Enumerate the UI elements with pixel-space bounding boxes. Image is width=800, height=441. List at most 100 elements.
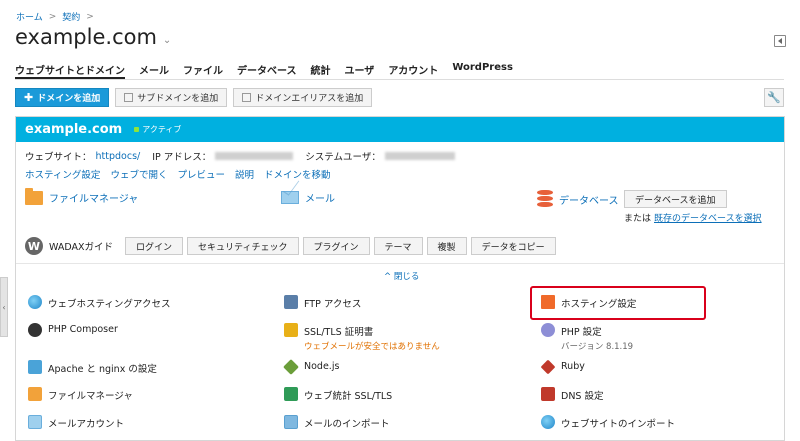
dns-settings-item[interactable]: DNS 設定 [541, 387, 603, 402]
wp-security-check-button[interactable]: セキュリティチェック [187, 237, 299, 255]
plus-icon [124, 93, 134, 102]
ip-label: IP アドレス： [152, 152, 212, 163]
breadcrumb-separator: > [48, 11, 57, 22]
web-hosting-access-item[interactable]: ウェブホスティングアクセス [28, 295, 170, 310]
wordpress-actions: ログイン セキュリティチェック プラグイン テーマ 複製 データをコピー [125, 237, 556, 255]
page-title[interactable]: example.com ⌄ [15, 25, 171, 49]
add-subdomain-button[interactable]: サブドメインを追加 [115, 88, 228, 107]
description-link[interactable]: 説明 [235, 167, 254, 181]
mail-import-item[interactable]: メールのインポート [284, 415, 390, 430]
php-version-text: バージョン 8.1.19 [561, 342, 634, 352]
chevron-down-icon[interactable]: ⌄ [163, 35, 171, 46]
folder-icon [25, 187, 43, 205]
add-domain-alias-button[interactable]: ドメインエイリアスを追加 [233, 88, 373, 107]
domain-header: example.com アクティブ [16, 117, 784, 142]
ruby-label: Ruby [561, 361, 585, 372]
mail-icon [28, 415, 42, 429]
select-existing-db: または 既存のデータベースを選択 [624, 211, 762, 224]
website-path-link[interactable]: httpdocs/ [96, 151, 141, 162]
preview-link[interactable]: プレビュー [177, 167, 225, 181]
tab-files[interactable]: ファイル [183, 62, 223, 79]
web-hosting-access-icon [28, 295, 42, 309]
site-import-item[interactable]: ウェブサイトのインポート [541, 415, 675, 430]
breadcrumb-separator: > [86, 11, 94, 22]
collapse-panel-icon[interactable] [774, 35, 786, 47]
breadcrumb-contract[interactable]: 契約 [62, 10, 80, 23]
tab-websites-domains[interactable]: ウェブサイトとドメイン [15, 62, 125, 79]
wp-clone-button[interactable]: 複製 [426, 237, 467, 255]
lock-icon [284, 323, 298, 337]
file-manager-item[interactable]: ファイルマネージャ [28, 387, 133, 402]
tab-databases[interactable]: データベース [237, 62, 297, 79]
php-settings-label: PHP 設定 [561, 327, 602, 338]
mail-icon [281, 191, 299, 204]
nodejs-item[interactable]: Node.js [283, 359, 340, 375]
status-badge: アクティブ [134, 124, 181, 135]
tab-mail[interactable]: メール [139, 62, 169, 79]
tab-statistics[interactable]: 統計 [311, 62, 331, 79]
wadax-guide-label[interactable]: WADAXガイド [49, 239, 113, 253]
quick-file-manager[interactable]: ファイルマネージャ [25, 187, 138, 205]
wp-themes-button[interactable]: テーマ [373, 237, 423, 255]
close-tools-link[interactable]: ^ 閉じる [384, 270, 419, 282]
wp-plugins-button[interactable]: プラグイン [302, 237, 370, 255]
dns-icon [541, 387, 555, 401]
mail-accounts-label: メールアカウント [48, 419, 125, 430]
database-icon [537, 190, 553, 208]
apache-nginx-item[interactable]: Apache と nginx の設定 [28, 360, 157, 375]
ssl-tls-item[interactable]: SSL/TLS 証明書 ウェブメールが安全ではありません [284, 323, 440, 352]
site-import-label: ウェブサイトのインポート [561, 419, 676, 430]
wordpress-logo-icon: W [25, 237, 43, 255]
side-panel-toggle[interactable]: ‹ [0, 277, 8, 337]
breadcrumb-home[interactable]: ホーム [16, 10, 43, 23]
php-composer-item[interactable]: PHP Composer [28, 323, 118, 337]
domain-name[interactable]: example.com [25, 122, 122, 137]
quick-mail[interactable]: メール [281, 190, 335, 205]
open-in-web-link[interactable]: ウェブで開く [110, 167, 167, 181]
mail-import-label: メールのインポート [304, 419, 390, 430]
add-alias-label: ドメインエイリアスを追加 [255, 94, 364, 104]
or-label: または [624, 214, 652, 224]
domain-info-row: ウェブサイト： httpdocs/ IP アドレス： システムユーザ： [25, 149, 455, 163]
mail-import-icon [284, 415, 298, 429]
nodejs-label: Node.js [304, 361, 340, 372]
add-database-button[interactable]: データベースを追加 [624, 190, 727, 208]
divider [16, 263, 784, 264]
wp-login-button[interactable]: ログイン [125, 237, 184, 255]
quick-database[interactable]: データベース [537, 190, 619, 208]
apache-nginx-icon [28, 360, 42, 374]
folder-icon [28, 387, 42, 401]
status-dot-icon [134, 127, 140, 132]
web-stats-ssl-item[interactable]: ウェブ統計 SSL/TLS [284, 387, 392, 402]
page-title-text: example.com [15, 25, 157, 49]
wp-copy-data-button[interactable]: データをコピー [470, 237, 556, 255]
select-existing-db-link[interactable]: 既存のデータベースを選択 [654, 211, 762, 224]
highlight-annotation [530, 286, 706, 320]
domain-panel: example.com アクティブ ウェブサイト： httpdocs/ IP ア… [15, 116, 785, 441]
ftp-icon [284, 295, 298, 309]
ruby-item[interactable]: Ruby [540, 359, 585, 375]
add-domain-button[interactable]: ✚ ドメインを追加 [15, 88, 110, 107]
add-domain-label: ドメインを追加 [37, 94, 101, 104]
wrench-icon[interactable]: 🔧 [764, 88, 784, 107]
tab-users[interactable]: ユーザ [345, 62, 375, 79]
breadcrumb: ホーム > 契約 > [16, 10, 94, 24]
tab-account[interactable]: アカウント [388, 62, 438, 79]
statistics-icon [284, 387, 298, 401]
file-manager-label: ファイルマネージャ [48, 391, 133, 402]
apache-nginx-label: Apache と nginx の設定 [48, 364, 157, 375]
composer-icon [28, 323, 42, 337]
hosting-settings-link[interactable]: ホスティング設定 [25, 167, 100, 181]
wadax-guide: W WADAXガイド ログイン セキュリティチェック プラグイン テーマ 複製 … [25, 237, 556, 255]
toolbar: ✚ ドメインを追加 サブドメインを追加 ドメインエイリアスを追加 [15, 88, 373, 107]
ssl-tls-label: SSL/TLS 証明書 [304, 327, 374, 338]
status-text: アクティブ [142, 125, 182, 134]
domain-links: ホスティング設定 ウェブで開く プレビュー 説明 ドメインを移動 [25, 167, 331, 181]
ftp-access-label: FTP アクセス [304, 299, 362, 310]
tab-wordpress[interactable]: WordPress [452, 62, 513, 79]
mail-accounts-item[interactable]: メールアカウント [28, 415, 124, 430]
php-settings-item[interactable]: PHP 設定 バージョン 8.1.19 [541, 323, 633, 352]
ftp-access-item[interactable]: FTP アクセス [284, 295, 361, 310]
ssl-warning-text: ウェブメールが安全ではありません [304, 342, 440, 352]
web-stats-ssl-label: ウェブ統計 SSL/TLS [304, 391, 393, 402]
